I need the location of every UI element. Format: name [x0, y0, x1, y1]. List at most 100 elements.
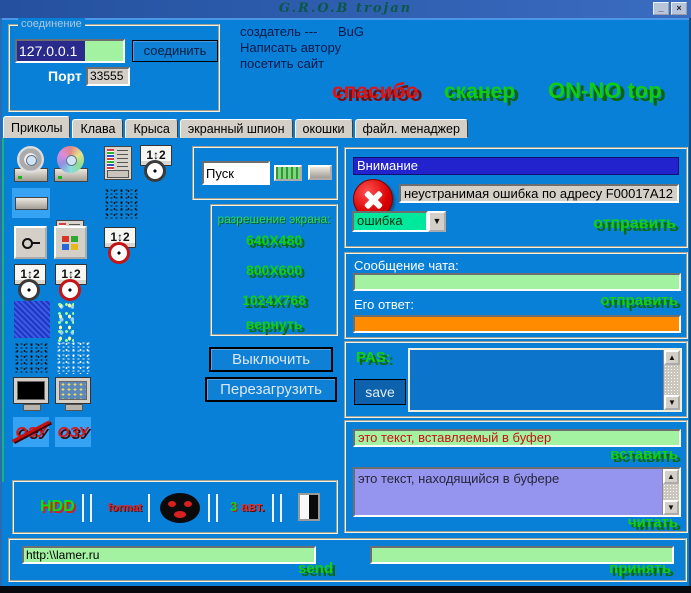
page-left-edge: [2, 138, 4, 482]
static-noise-black-icon-small[interactable]: [104, 188, 138, 220]
buffer-insert-input[interactable]: это текст, вставляемый в буфер: [353, 429, 681, 447]
cd-hole: [66, 155, 77, 166]
attention-title-field[interactable]: Внимание: [353, 157, 679, 175]
calendar-red-clock-icon[interactable]: 1↕2: [104, 227, 138, 264]
error-type-value[interactable]: ошибка: [352, 211, 428, 232]
key-glyph: [22, 238, 40, 248]
cd-drive-icon[interactable]: [14, 146, 48, 182]
buffer-insert-button[interactable]: вставить: [610, 446, 678, 463]
reboot-button[interactable]: Перезагрузить: [205, 377, 337, 402]
tab-file-manager[interactable]: файл. менаджер: [355, 119, 468, 138]
divider: [216, 494, 218, 522]
taskbar-button-icon[interactable]: [308, 165, 332, 180]
format-button[interactable]: format: [108, 502, 142, 514]
cd-hole: [26, 155, 37, 166]
minimize-button[interactable]: _: [653, 2, 669, 15]
computer-base: [107, 170, 129, 178]
tab-screen-spy[interactable]: экранный шпион: [180, 119, 293, 138]
smiley-icon[interactable]: [160, 493, 200, 523]
static-noise-black-icon[interactable]: [14, 342, 50, 374]
creator-label: создатель ---: [240, 24, 318, 39]
connection-legend: соединение: [18, 18, 85, 30]
pas-textarea[interactable]: ▲ ▼: [408, 348, 682, 412]
tab-bar: Приколы Клава Крыса экранный шпион окошк…: [3, 116, 470, 138]
ip-value[interactable]: 127.0.0.1: [17, 41, 85, 61]
pas-save-button[interactable]: save: [354, 379, 406, 405]
error-type-combo[interactable]: ошибка ▼: [352, 211, 446, 232]
ram-off-icon[interactable]: ОЗУ: [13, 417, 49, 447]
scroll-down-icon[interactable]: ▼: [664, 395, 680, 410]
scroll-up-icon[interactable]: ▲: [664, 350, 680, 365]
pas-group: PAS: save ▲ ▼: [344, 341, 688, 418]
start-hide-button-icon[interactable]: [274, 165, 302, 181]
resolution-800x600[interactable]: 800X600: [212, 262, 336, 278]
close-button[interactable]: ×: [671, 2, 687, 15]
write-author-link[interactable]: Написать автору: [240, 40, 341, 55]
ip-field[interactable]: 127.0.0.1: [15, 39, 125, 63]
title-bar: G.R.O.B trojan: [0, 0, 691, 18]
monitor-stand: [65, 404, 83, 411]
url-accept-button[interactable]: принять: [609, 560, 671, 577]
url-send-button[interactable]: send: [298, 560, 333, 577]
divider: [82, 494, 84, 522]
windows-button-icon[interactable]: [54, 226, 87, 259]
ram-on-icon[interactable]: ОЗУ: [55, 417, 91, 447]
clock-face-icon: [18, 279, 40, 301]
static-noise-color-icon[interactable]: [56, 300, 74, 344]
start-input[interactable]: [202, 161, 270, 185]
buffer-group: это текст, вставляемый в буфер вставить …: [344, 420, 688, 533]
buffer-content-text: это текст, находящийся в буфере: [358, 471, 559, 486]
calendar-clock-icon[interactable]: 1↕2: [140, 145, 174, 182]
chat-answer-field[interactable]: [353, 315, 681, 333]
tab-prikoly[interactable]: Приколы: [3, 116, 70, 138]
url-input[interactable]: [22, 546, 316, 564]
pas-scrollbar[interactable]: ▲ ▼: [663, 350, 680, 410]
scanner-text[interactable]: сканер: [444, 80, 515, 104]
tab-okoshki[interactable]: окошки: [295, 119, 353, 138]
scroll-up-icon[interactable]: ▲: [663, 469, 679, 484]
connect-button[interactable]: соединить: [132, 40, 218, 62]
calendar-red-clock-icon-2[interactable]: 1↕2: [55, 264, 89, 301]
calendar-clock-icon-2[interactable]: 1↕2: [14, 264, 48, 301]
port-field[interactable]: 33555: [86, 67, 130, 86]
connection-group: соединение 127.0.0.1 соединить Порт 3355…: [8, 24, 220, 112]
url-bar-group: send принять: [8, 538, 687, 582]
app-window: G.R.O.B trojan _ × соединение 127.0.0.1 …: [0, 0, 691, 593]
scroll-down-icon[interactable]: ▼: [663, 500, 679, 515]
tab-krysa[interactable]: Крыса: [125, 119, 177, 138]
ip-field-free-area[interactable]: [85, 41, 123, 61]
buffer-content-area[interactable]: это текст, находящийся в буфере ▲ ▼: [353, 467, 681, 517]
hdd-button[interactable]: HDD: [40, 498, 75, 516]
computer-files-icon[interactable]: [104, 146, 132, 180]
creator-value: BuG: [338, 24, 364, 39]
attention-send-button[interactable]: отправить: [593, 215, 676, 233]
resolution-revert[interactable]: вернуть: [212, 316, 336, 332]
shutdown-button[interactable]: Выключить: [209, 347, 333, 372]
static-noise-white-icon[interactable]: [56, 341, 90, 374]
visit-site-link[interactable]: посетить сайт: [240, 56, 324, 71]
drive-bay-icon[interactable]: [12, 188, 50, 218]
chat-message-input[interactable]: [353, 273, 681, 291]
drive-bar: [15, 197, 48, 210]
cd-drive-color-icon[interactable]: [54, 146, 88, 182]
chat-message-label: Сообщение чата:: [354, 258, 459, 273]
error-message-field[interactable]: неустранимая ошибка по адресу F00017A12: [399, 184, 679, 203]
resolution-640x480[interactable]: 640X480: [212, 232, 336, 248]
chat-send-button[interactable]: отправить: [600, 292, 678, 309]
tab-klava[interactable]: Клава: [72, 119, 123, 138]
monitor-off-icon[interactable]: [13, 377, 49, 411]
monitor-on-icon[interactable]: [55, 377, 91, 411]
buffer-scrollbar[interactable]: ▲ ▼: [662, 469, 679, 515]
smiley-mouth: [174, 511, 186, 518]
bw-panel-icon[interactable]: [298, 493, 320, 521]
attention-group: Внимание неустранимая ошибка по адресу F…: [344, 147, 688, 248]
cd-disc: [57, 146, 84, 173]
combo-dropdown-icon[interactable]: ▼: [428, 211, 446, 232]
key-button-icon[interactable]: [14, 226, 47, 259]
buffer-read-button[interactable]: читать: [628, 514, 678, 531]
static-noise-blue-icon[interactable]: [14, 301, 50, 338]
resolution-1024x768[interactable]: 1024X768: [212, 292, 336, 308]
divider: [208, 494, 210, 522]
on-no-top-text[interactable]: ON-NO top: [548, 78, 662, 104]
autostart-count[interactable]: 3 авт.: [230, 499, 265, 514]
